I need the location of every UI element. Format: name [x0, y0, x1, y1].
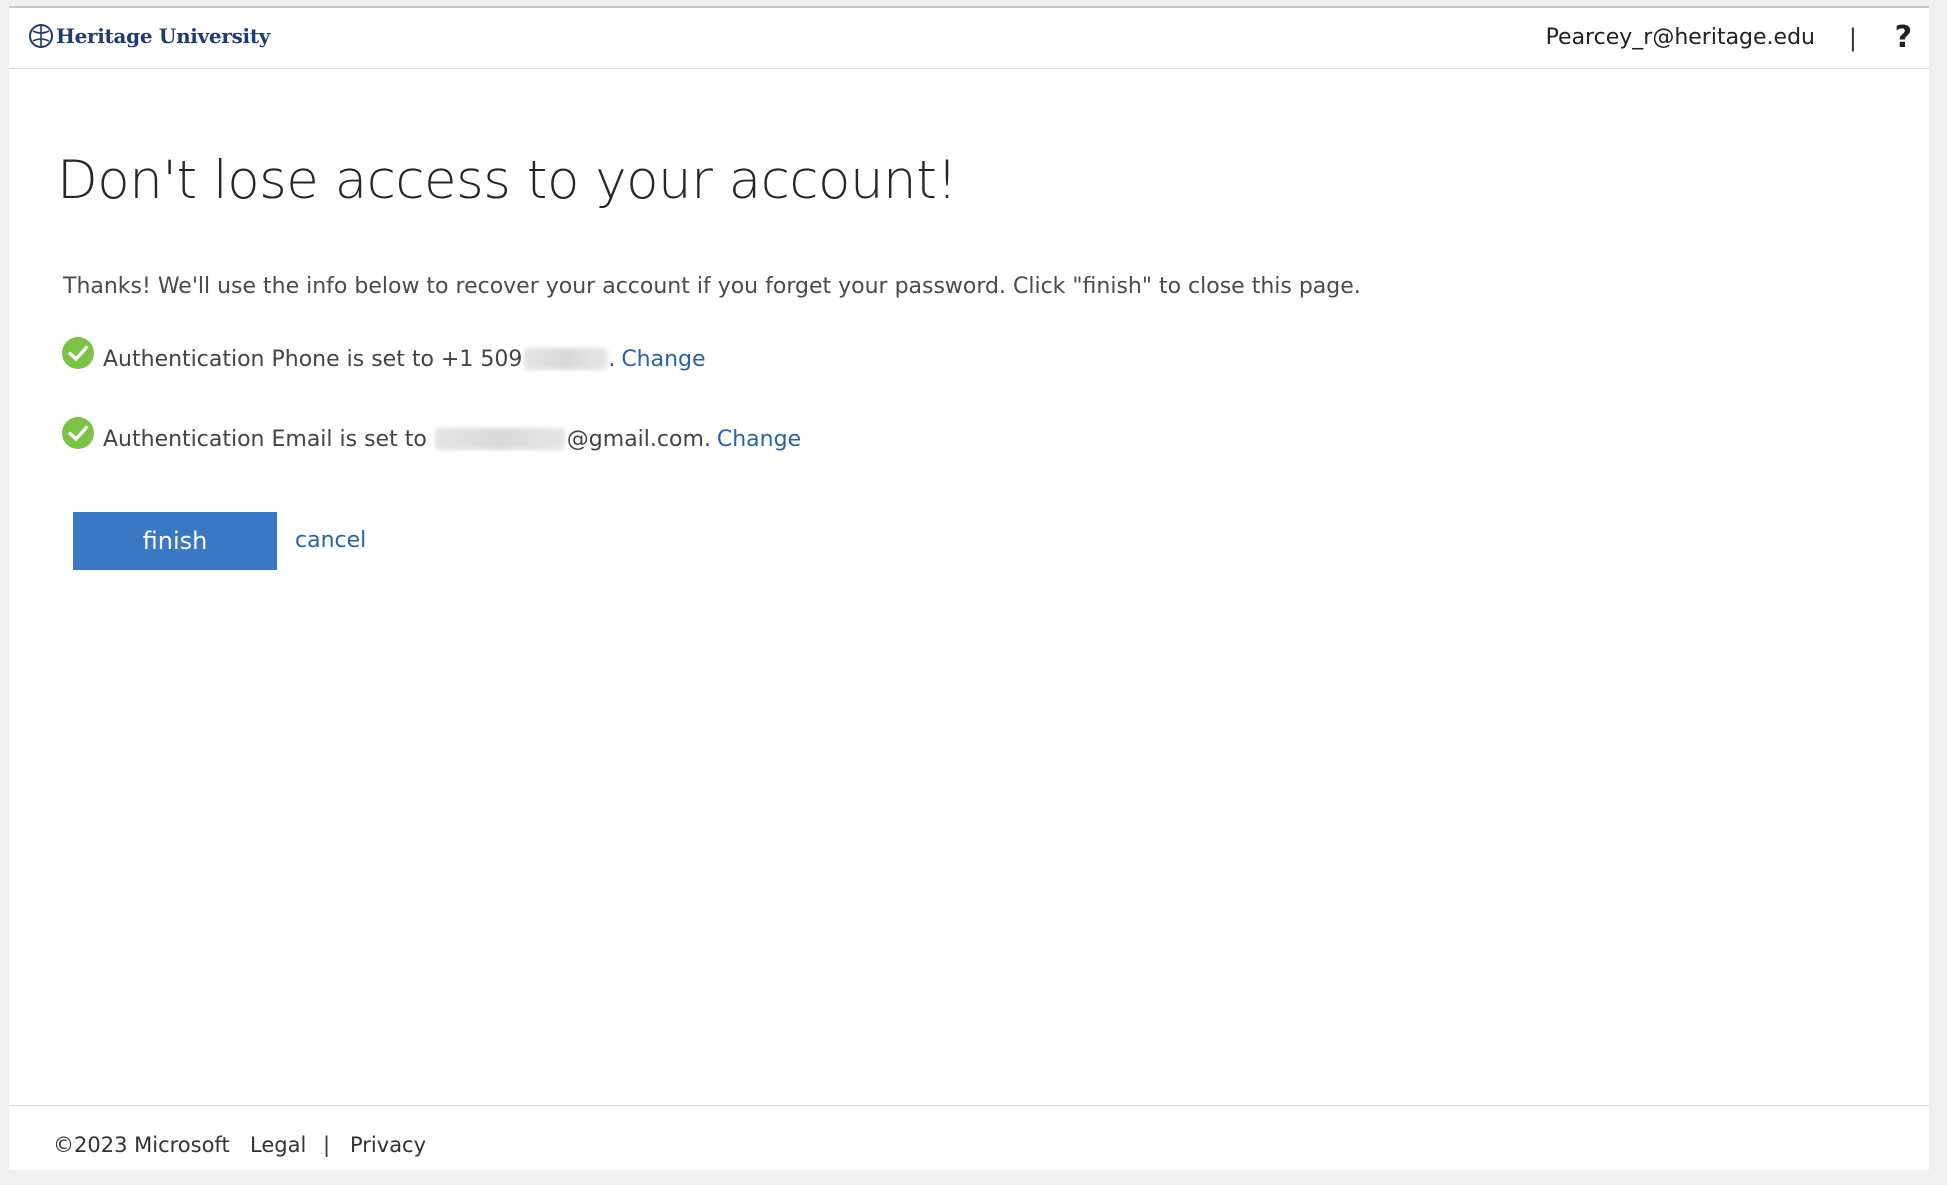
page-title: Don't lose access to your account!	[57, 150, 958, 211]
green-check-icon	[62, 337, 94, 369]
redacted-email-user	[434, 428, 565, 450]
change-email-link[interactable]: Change	[717, 427, 801, 452]
page-frame: Heritage University Pearcey_r@heritage.e…	[9, 6, 1929, 1170]
footer: ©2023 Microsoft Legal | Privacy	[9, 1105, 1929, 1170]
auth-phone-text: Authentication Phone is set to +1 509	[103, 346, 523, 372]
auth-phone-suffix: .	[608, 346, 616, 372]
change-phone-link[interactable]: Change	[621, 347, 705, 372]
copyright-text: ©2023 Microsoft	[53, 1133, 230, 1157]
auth-email-row: Authentication Email is set to @gmail.co…	[61, 417, 801, 456]
redacted-phone-digits	[524, 348, 609, 370]
auth-email-text: Authentication Email is set to	[103, 426, 427, 452]
green-check-icon	[62, 417, 94, 449]
privacy-link[interactable]: Privacy	[350, 1133, 426, 1157]
top-bar: Heritage University Pearcey_r@heritage.e…	[9, 8, 1929, 69]
globe-logo-icon	[29, 24, 53, 48]
university-logo: Heritage University	[28, 23, 270, 49]
auth-email-suffix: @gmail.com.	[566, 426, 711, 452]
header-separator: |	[1848, 24, 1857, 52]
legal-link[interactable]: Legal	[250, 1133, 306, 1157]
footer-separator: |	[323, 1133, 331, 1157]
signed-in-user-email[interactable]: Pearcey_r@heritage.edu	[1546, 25, 1815, 50]
auth-phone-row: Authentication Phone is set to +1 509 . …	[61, 337, 706, 376]
question-mark-icon[interactable]: ?	[1895, 20, 1912, 55]
brand-name: Heritage University	[56, 24, 271, 48]
finish-button[interactable]: finish	[73, 512, 277, 570]
cancel-link[interactable]: cancel	[295, 528, 366, 553]
instructions-text: Thanks! We'll use the info below to reco…	[63, 274, 1361, 299]
